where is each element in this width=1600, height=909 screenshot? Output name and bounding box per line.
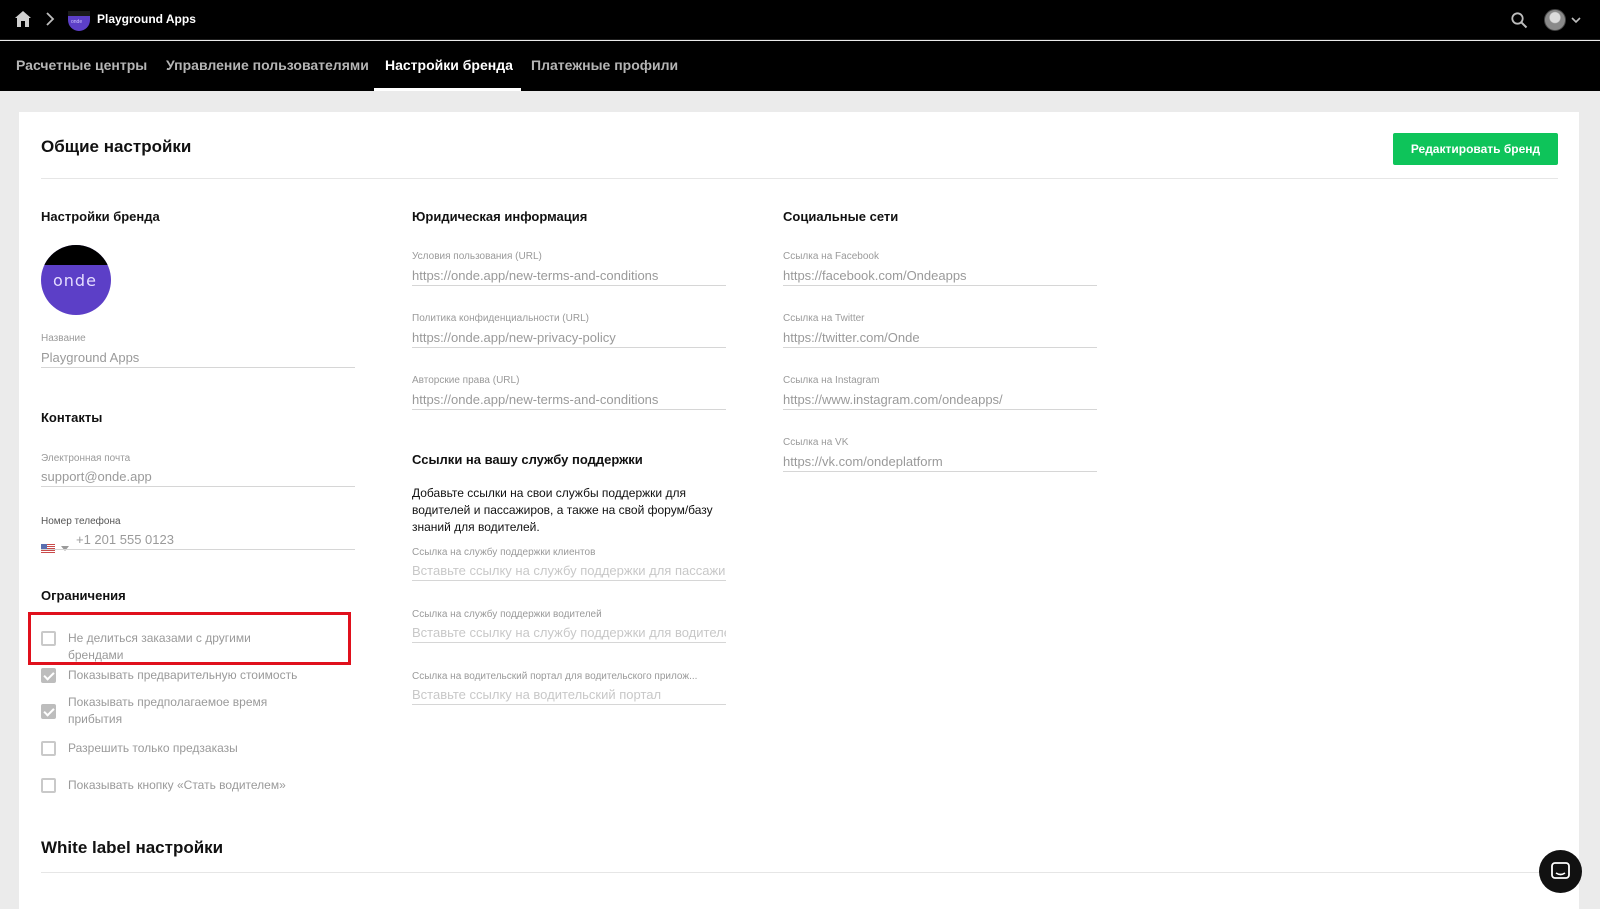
tab-billing-centers[interactable]: Расчетные центры [16, 57, 147, 73]
name-field[interactable] [41, 348, 355, 368]
driver-portal-label: Ссылка на водительский портал для водите… [412, 671, 698, 682]
instagram-label: Ссылка на Instagram [783, 375, 880, 386]
page-title: Общие настройки [41, 137, 192, 156]
app-name[interactable]: Playground Apps [97, 12, 196, 26]
brand-logo-text: onde [53, 271, 97, 290]
edit-brand-button[interactable]: Редактировать бренд [1393, 133, 1558, 165]
terms-url-field[interactable] [412, 266, 726, 286]
top-bar: onde Playground Apps [0, 0, 1600, 40]
copyright-url-field[interactable] [412, 390, 726, 410]
privacy-url-field[interactable] [412, 328, 726, 348]
privacy-label: Политика конфиденциальности (URL) [412, 313, 589, 324]
whitelabel-section-title: White label настройки [41, 838, 224, 857]
restrictions-section-title: Ограничения [41, 588, 126, 603]
facebook-label: Ссылка на Facebook [783, 251, 879, 262]
restriction-become-driver-button[interactable]: Показывать кнопку «Стать водителем» [41, 777, 308, 794]
contacts-section-title: Контакты [41, 410, 103, 425]
checkbox-label: Разрешить только предзаказы [68, 741, 238, 755]
app-logo[interactable]: onde [68, 11, 90, 31]
name-label: Название [41, 333, 86, 344]
restriction-preorders-only[interactable]: Разрешить только предзаказы [41, 740, 308, 757]
copyright-label: Авторские права (URL) [412, 375, 520, 386]
restriction-show-price[interactable]: Показывать предварительную стоимость [41, 667, 308, 684]
client-support-field[interactable] [412, 561, 726, 581]
brand-section-title: Настройки бренда [41, 209, 160, 224]
restriction-show-eta[interactable]: Показывать предполагаемое время прибытия [41, 694, 308, 728]
checkbox-label: Показывать предварительную стоимость [68, 668, 298, 682]
driver-support-label: Ссылка на службу поддержки водителей [412, 609, 602, 620]
support-description: Добавьте ссылки на свои службы поддержки… [412, 486, 713, 534]
phone-field[interactable] [41, 530, 355, 550]
home-icon[interactable] [14, 10, 32, 28]
facebook-field[interactable] [783, 266, 1097, 286]
chevron-down-icon[interactable] [1570, 14, 1582, 26]
avatar[interactable] [1544, 9, 1566, 31]
support-section-title: Ссылки на вашу службу поддержки [412, 452, 643, 467]
breadcrumb-chevron-icon [46, 12, 55, 26]
divider [41, 178, 1558, 179]
terms-label: Условия пользования (URL) [412, 251, 542, 262]
email-label: Электронная почта [41, 453, 131, 464]
driver-portal-field[interactable] [412, 685, 726, 705]
chat-icon [1551, 862, 1570, 879]
vk-label: Ссылка на VK [783, 437, 849, 448]
email-field[interactable] [41, 467, 355, 487]
highlight-box [28, 612, 351, 665]
tab-brand-settings[interactable]: Настройки бренда [385, 57, 513, 73]
driver-support-field[interactable] [412, 623, 726, 643]
app-logo-text: onde [71, 19, 83, 25]
legal-section-title: Юридическая информация [412, 209, 588, 224]
tab-bar: Расчетные центры Управление пользователя… [0, 41, 1600, 91]
twitter-label: Ссылка на Twitter [783, 313, 865, 324]
search-icon[interactable] [1510, 11, 1528, 29]
chat-button[interactable] [1539, 850, 1582, 893]
tab-user-management[interactable]: Управление пользователями [166, 57, 369, 73]
checkbox-label: Показывать предполагаемое время прибытия [68, 695, 268, 726]
vk-field[interactable] [783, 452, 1097, 472]
twitter-field[interactable] [783, 328, 1097, 348]
client-support-label: Ссылка на службу поддержки клиентов [412, 547, 596, 558]
checkbox-label: Показывать кнопку «Стать водителем» [68, 778, 286, 792]
checkbox[interactable] [41, 668, 56, 683]
tab-payment-profiles[interactable]: Платежные профили [531, 57, 678, 73]
brand-logo: onde [41, 245, 111, 315]
active-tab-indicator [374, 88, 521, 91]
divider [41, 872, 1558, 873]
checkbox[interactable] [41, 778, 56, 793]
instagram-field[interactable] [783, 390, 1097, 410]
checkbox[interactable] [41, 741, 56, 756]
phone-label: Номер телефона [41, 516, 121, 527]
checkbox[interactable] [41, 704, 56, 719]
settings-card: Общие настройки Редактировать бренд Наст… [19, 112, 1579, 909]
social-section-title: Социальные сети [783, 209, 899, 224]
